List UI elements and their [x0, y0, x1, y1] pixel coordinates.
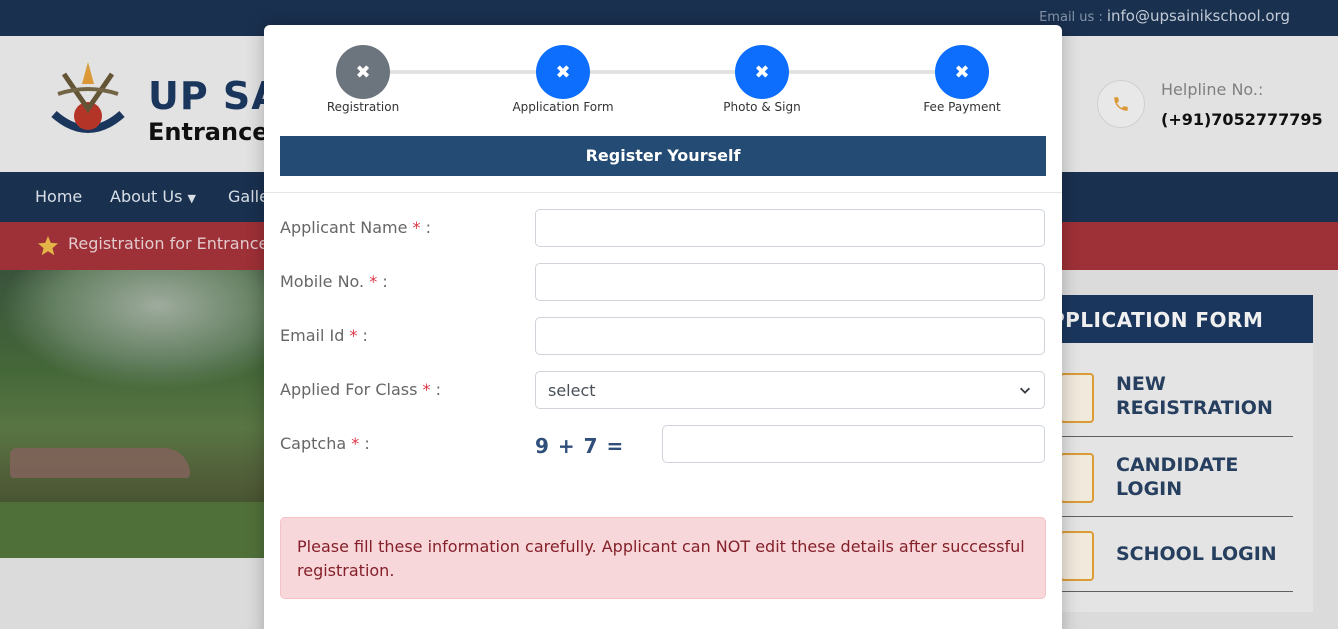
- mobile-label: Mobile No. * :: [280, 272, 388, 291]
- captcha-question: 9 + 7 =: [535, 434, 625, 458]
- applicant-name-input[interactable]: [535, 209, 1045, 247]
- x-icon: ✖: [935, 45, 989, 99]
- step-label: Photo & Sign: [723, 100, 801, 114]
- x-icon: ✖: [735, 45, 789, 99]
- warning-alert: Please fill these information carefully.…: [280, 517, 1046, 599]
- mobile-input[interactable]: [535, 263, 1045, 301]
- x-icon: ✖: [536, 45, 590, 99]
- step-photo-sign: ✖ Photo & Sign: [692, 45, 832, 114]
- email-label: Email Id * :: [280, 326, 368, 345]
- chevron-down-icon: [1020, 387, 1030, 394]
- register-title: Register Yourself: [280, 136, 1046, 176]
- step-label: Registration: [326, 100, 400, 114]
- applicant-name-label: Applicant Name * :: [280, 218, 432, 237]
- class-select[interactable]: select: [535, 371, 1045, 409]
- progress-steps: ✖ Registration ✖ Application Form ✖ Phot…: [264, 25, 1062, 135]
- class-label: Applied For Class * :: [280, 380, 441, 399]
- step-application-form: ✖ Application Form: [493, 45, 633, 114]
- email-input[interactable]: [535, 317, 1045, 355]
- divider: [264, 192, 1062, 193]
- captcha-label: Captcha * :: [280, 434, 370, 453]
- x-icon: ✖: [336, 45, 390, 99]
- step-label: Fee Payment: [923, 100, 1001, 114]
- step-registration: ✖ Registration: [293, 45, 433, 114]
- class-select-value: select: [548, 380, 596, 400]
- step-fee-payment: ✖ Fee Payment: [892, 45, 1032, 114]
- captcha-input[interactable]: [662, 425, 1045, 463]
- registration-modal: ✖ Registration ✖ Application Form ✖ Phot…: [264, 25, 1062, 629]
- step-connector: [362, 70, 962, 74]
- step-label: Application Form: [512, 100, 614, 114]
